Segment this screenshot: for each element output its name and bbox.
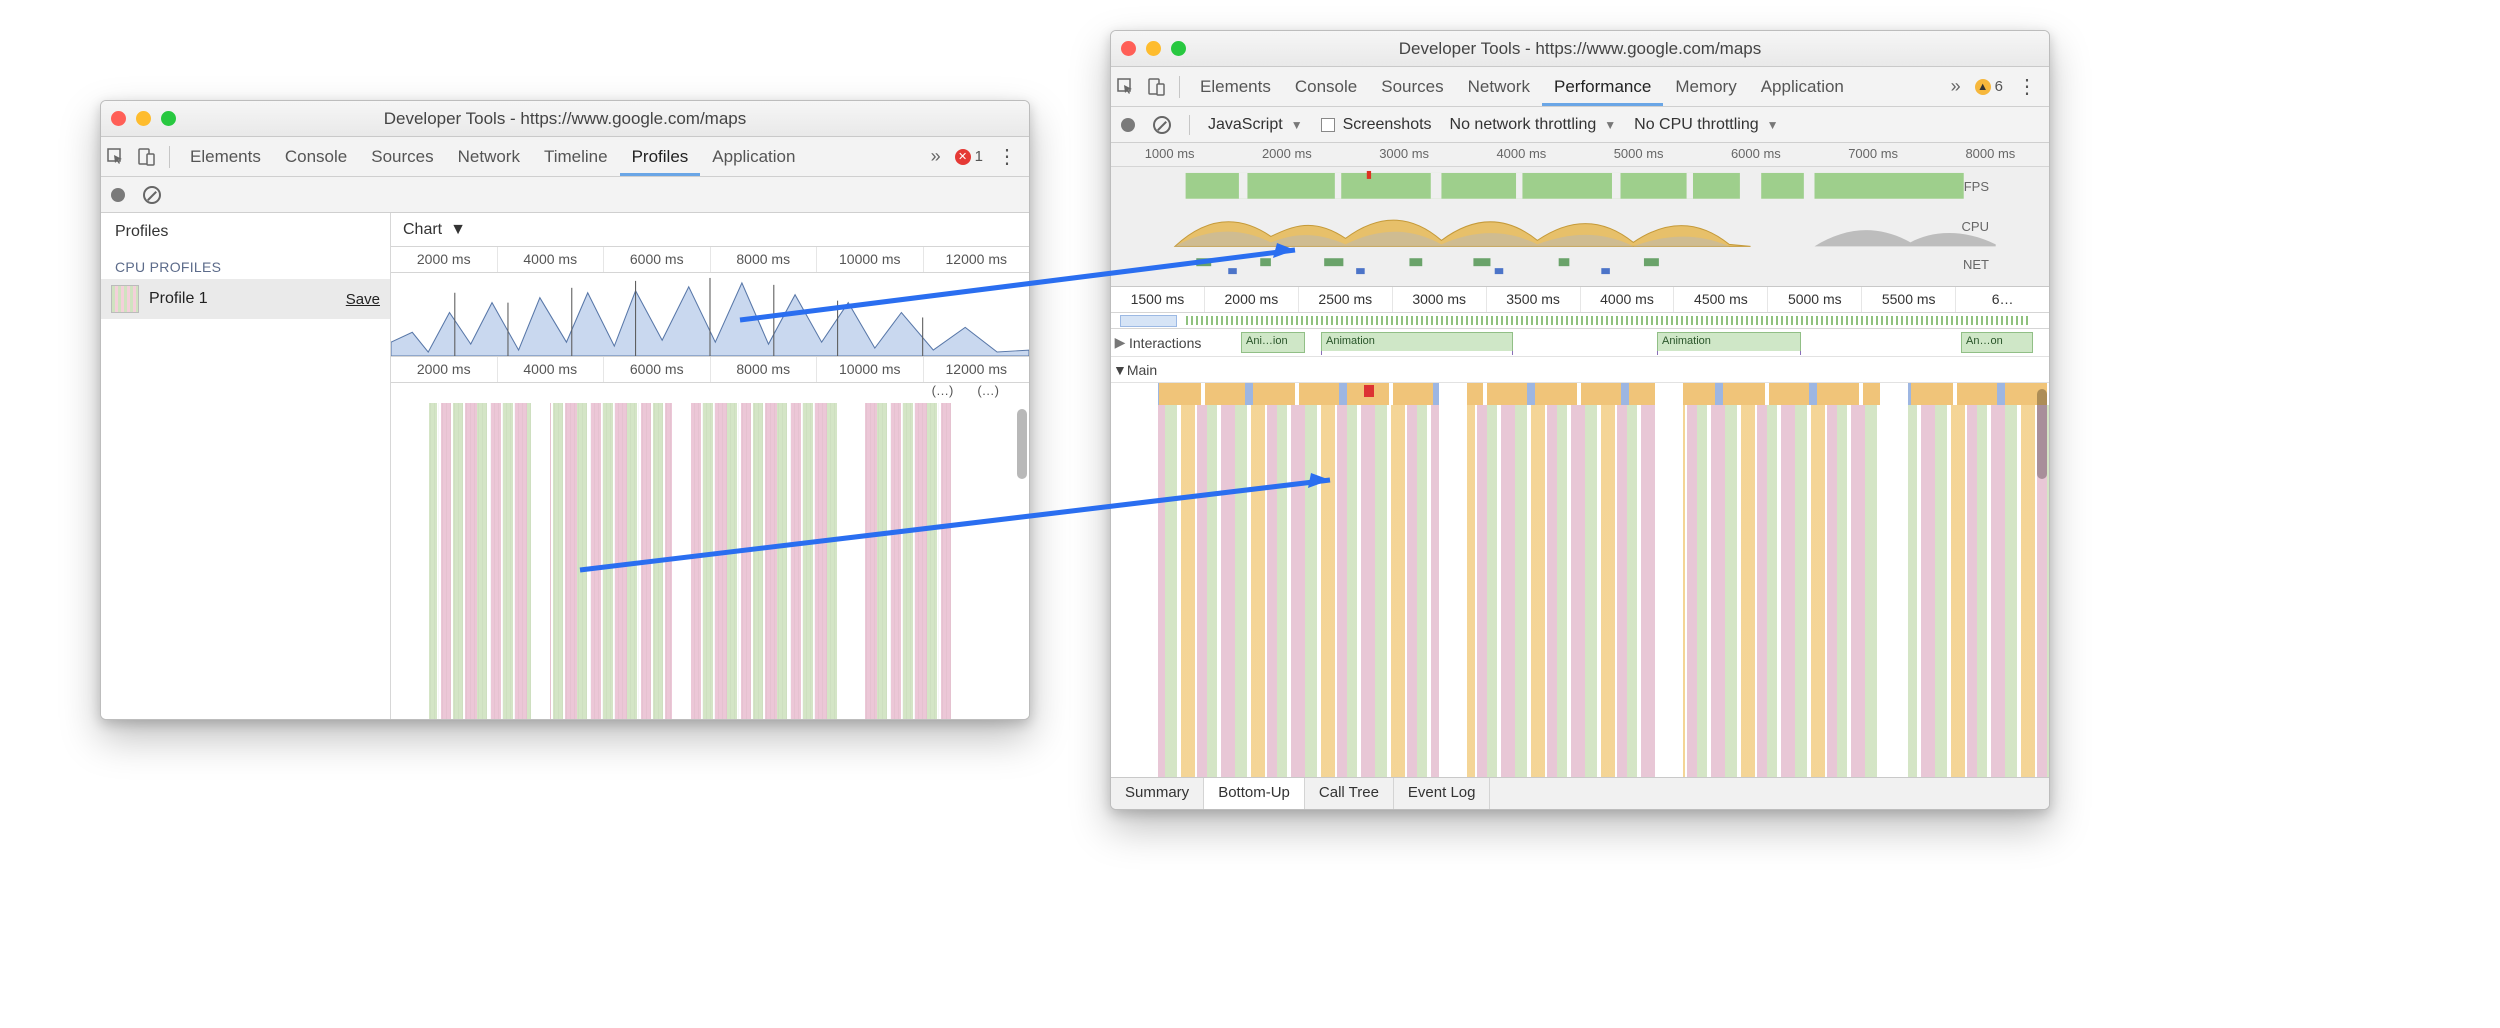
details-tabs: Summary Bottom-Up Call Tree Event Log [1111,777,2049,809]
sidebar-section: CPU PROFILES [101,251,390,279]
screenshots-toggle[interactable]: Screenshots [1321,116,1432,134]
titlebar[interactable]: Developer Tools - https://www.google.com… [1111,31,2049,67]
disclosure-icon[interactable]: ▼ [1113,362,1127,378]
tab-performance[interactable]: Performance [1542,67,1663,106]
tab-network[interactable]: Network [446,137,532,176]
animation-chip[interactable]: An…on [1961,332,2033,353]
overview-lanes[interactable]: FPS CPU NET [1111,167,2049,287]
clear-button[interactable] [143,186,161,204]
tab-profiles[interactable]: Profiles [620,137,701,176]
overflow-icon[interactable]: » [1951,76,1961,97]
window-title: Developer Tools - https://www.google.com… [101,109,1029,129]
selection-range[interactable] [1120,315,1176,327]
cpu-throttle[interactable]: No CPU throttling▼ [1634,116,1778,134]
kebab-icon[interactable]: ⋮ [2017,74,2037,99]
error-badge[interactable]: ✕1 [955,148,983,165]
tab-timeline[interactable]: Timeline [532,137,620,176]
inspect-icon[interactable] [101,148,131,166]
tab-application[interactable]: Application [700,137,807,176]
interactions-track[interactable]: ▶ Interactions Ani…ion Animation Animati… [1111,329,2049,357]
overview-axis: 1000 ms2000 ms3000 ms4000 ms5000 ms6000 … [1111,143,2049,167]
tab-network[interactable]: Network [1456,67,1542,106]
minimize-icon[interactable] [136,111,151,126]
flame-scrollbar[interactable] [2037,389,2047,479]
main-track-header[interactable]: ▼ Main [1111,357,2049,383]
close-icon[interactable] [1121,41,1136,56]
scrub-bar[interactable] [1111,313,2049,329]
window-title: Developer Tools - https://www.google.com… [1111,39,2049,59]
animation-chip[interactable]: Animation [1321,332,1513,353]
cpu-overview[interactable] [391,273,1029,357]
tab-call-tree[interactable]: Call Tree [1305,778,1394,809]
clear-button[interactable] [1153,116,1171,134]
tab-console[interactable]: Console [273,137,359,176]
profiles-toolbar [101,177,1029,213]
tab-summary[interactable]: Summary [1111,778,1204,809]
tab-console[interactable]: Console [1283,67,1369,106]
overflow-icon[interactable]: » [931,146,941,167]
network-throttle[interactable]: No network throttling▼ [1450,116,1617,134]
zoom-icon[interactable] [161,111,176,126]
inspect-icon[interactable] [1111,78,1141,96]
device-toggle-icon[interactable] [131,148,161,166]
profiles-sidebar: Profiles CPU PROFILES Profile 1 Save [101,213,391,719]
long-task-marker [1364,385,1374,397]
performance-toolbar: JavaScript▼ Screenshots No network throt… [1111,107,2049,143]
overview-axis: 2000 ms4000 ms6000 ms8000 ms10000 ms1200… [391,247,1029,273]
chevron-down-icon: ▼ [450,221,466,239]
tab-sources[interactable]: Sources [359,137,445,176]
record-button[interactable] [111,188,125,202]
zoom-icon[interactable] [1171,41,1186,56]
close-icon[interactable] [111,111,126,126]
flame-header: (…)(…) [391,383,1029,403]
profile-name: Profile 1 [149,290,208,308]
save-link[interactable]: Save [346,291,380,308]
tab-application[interactable]: Application [1749,67,1856,106]
record-button[interactable] [1121,118,1135,132]
flame-scrollbar[interactable] [1017,409,1027,479]
minimize-icon[interactable] [1146,41,1161,56]
panel-tabs: Elements Console Sources Network Timelin… [101,137,1029,177]
tab-memory[interactable]: Memory [1663,67,1748,106]
animation-chip[interactable]: Ani…ion [1241,332,1305,353]
animation-chip[interactable]: Animation [1657,332,1801,353]
disclosure-icon[interactable]: ▶ [1111,334,1129,351]
devtools-window-performance: Developer Tools - https://www.google.com… [1110,30,2050,810]
tab-elements[interactable]: Elements [178,137,273,176]
js-filter[interactable]: JavaScript▼ [1208,116,1303,134]
tab-sources[interactable]: Sources [1369,67,1455,106]
tab-bottom-up[interactable]: Bottom-Up [1204,778,1305,809]
titlebar[interactable]: Developer Tools - https://www.google.com… [101,101,1029,137]
window-controls [1121,41,1186,56]
devtools-window-profiles: Developer Tools - https://www.google.com… [100,100,1030,720]
view-selector[interactable]: Chart ▼ [391,213,1029,247]
timeline-axis: 1500 ms2000 ms2500 ms3000 ms3500 ms4000 … [1111,287,2049,313]
tab-event-log[interactable]: Event Log [1394,778,1491,809]
panel-tabs: Elements Console Sources Network Perform… [1111,67,2049,107]
tab-elements[interactable]: Elements [1188,67,1283,106]
sidebar-header: Profiles [101,213,390,251]
warning-badge[interactable]: ▲6 [1975,78,2003,95]
flame-chart[interactable] [391,403,1029,719]
kebab-icon[interactable]: ⋮ [997,144,1017,169]
profile-thumb-icon [111,285,139,313]
flame-axis: 2000 ms4000 ms6000 ms8000 ms10000 ms1200… [391,357,1029,383]
profile-item[interactable]: Profile 1 Save [101,279,390,319]
window-controls [111,111,176,126]
device-toggle-icon[interactable] [1141,78,1171,96]
main-flame-chart[interactable] [1111,383,2049,777]
chart-pane: Chart ▼ 2000 ms4000 ms6000 ms8000 ms1000… [391,213,1029,719]
